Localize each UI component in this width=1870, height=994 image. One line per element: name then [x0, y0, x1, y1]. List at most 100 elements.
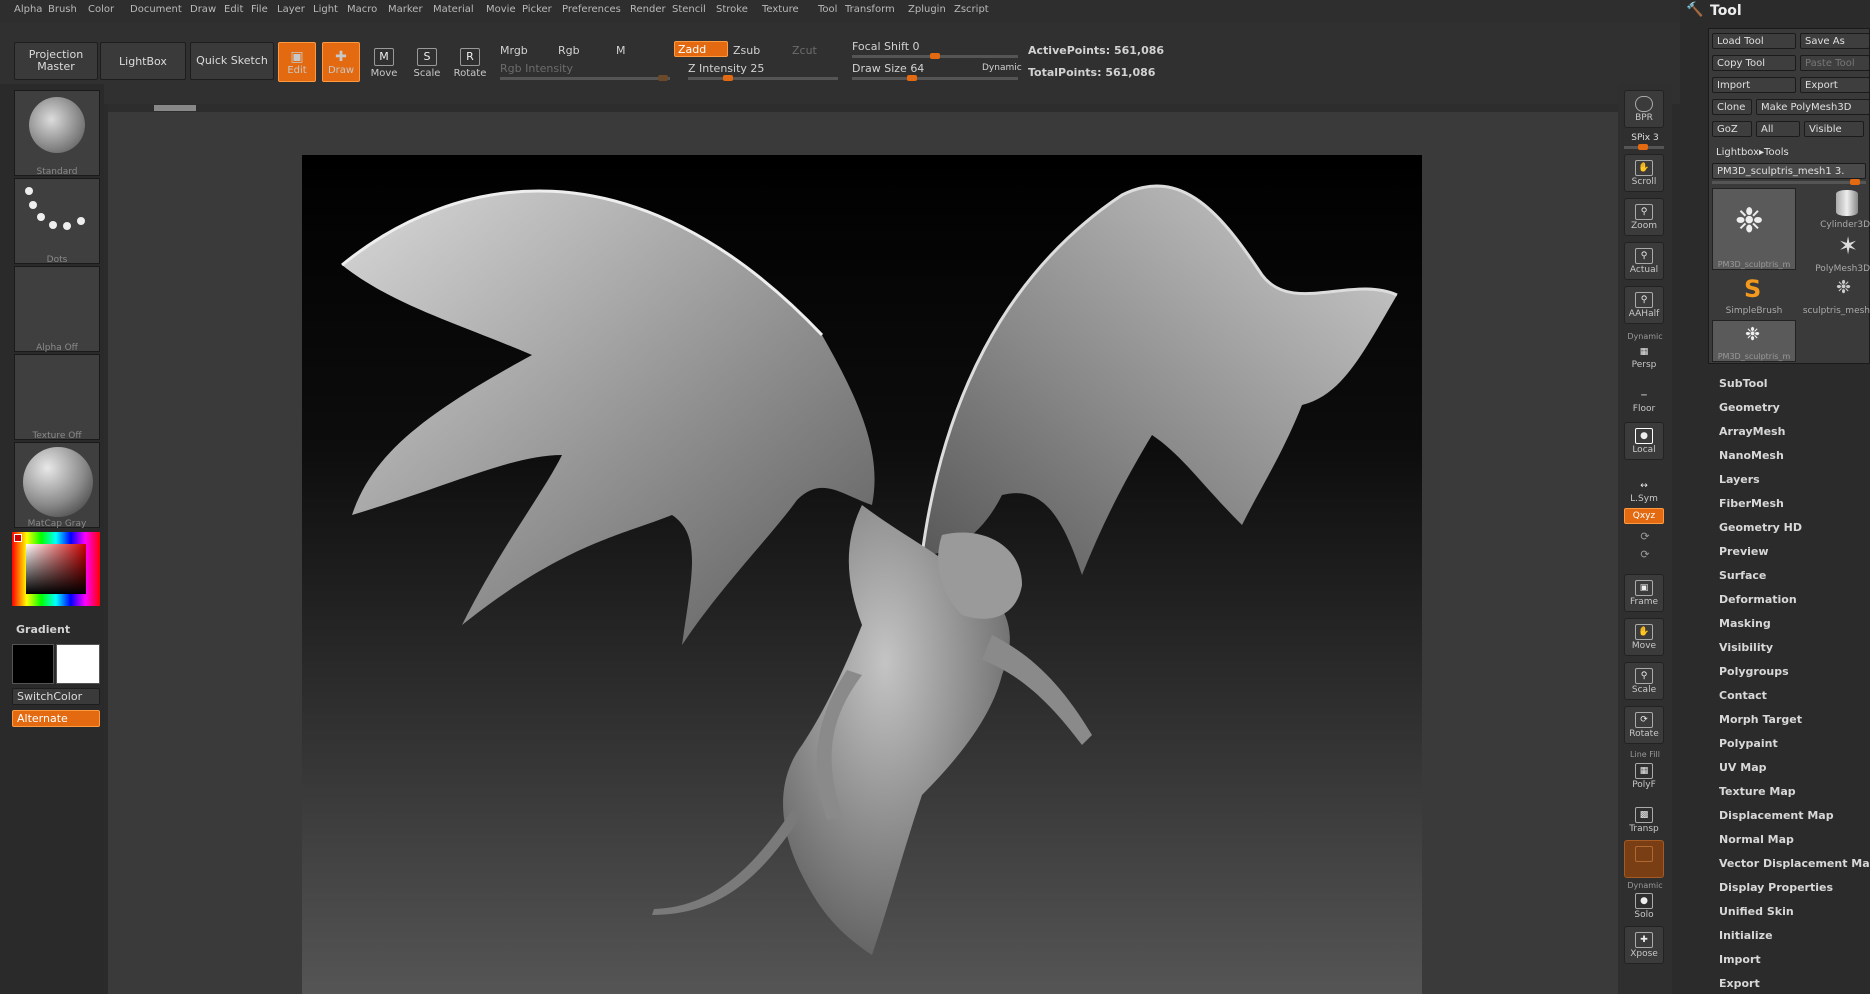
lightbox-button[interactable]: LightBox	[100, 42, 186, 80]
material-selector[interactable]: MatCap Gray	[14, 442, 100, 529]
actual-button[interactable]: ⚲ Actual	[1624, 242, 1664, 280]
scale-view-button[interactable]: ⚲ Scale	[1624, 662, 1664, 700]
section-surface[interactable]: Surface	[1719, 569, 1766, 582]
section-geometry-hd[interactable]: Geometry HD	[1719, 521, 1802, 534]
menu-movie[interactable]: Movie	[486, 4, 516, 15]
menu-color[interactable]: Color	[88, 4, 114, 15]
move-mode-button[interactable]: M Move	[365, 44, 403, 86]
section-polygroups[interactable]: Polygroups	[1719, 665, 1789, 678]
copy-tool-button[interactable]: Copy Tool	[1712, 55, 1796, 71]
dynamic-draw-size-toggle[interactable]: Dynamic	[982, 63, 1022, 73]
tool-palette-title[interactable]: Tool	[1710, 3, 1742, 19]
zoom-button[interactable]: ⚲ Zoom	[1624, 198, 1664, 236]
lightbox-tools-button[interactable]: Lightbox▸Tools	[1712, 144, 1866, 160]
menu-layer[interactable]: Layer	[277, 4, 305, 15]
section-displacement-map[interactable]: Displacement Map	[1719, 809, 1834, 822]
canvas-scrollbar[interactable]	[108, 104, 1618, 112]
tool-thumb-polymesh3d[interactable]: ✶ PolyMesh3D	[1800, 232, 1870, 274]
section-layers[interactable]: Layers	[1719, 473, 1760, 486]
move-view-button[interactable]: ✋ Move	[1624, 618, 1664, 656]
menu-marker[interactable]: Marker	[388, 4, 423, 15]
zadd-button[interactable]: Zadd	[674, 41, 728, 57]
zsub-button[interactable]: Zsub	[733, 44, 760, 57]
rotate-y-icon[interactable]: ⟳	[1618, 530, 1672, 543]
polyf-button[interactable]: ▦ PolyF	[1624, 758, 1664, 796]
switch-color-button[interactable]: SwitchColor	[12, 688, 100, 705]
section-morph-target[interactable]: Morph Target	[1719, 713, 1802, 726]
clone-button[interactable]: Clone	[1712, 99, 1752, 115]
section-contact[interactable]: Contact	[1719, 689, 1767, 702]
color-picker[interactable]	[12, 532, 100, 606]
current-tool-selector[interactable]: PM3D_sculptris_mesh1 3.	[1712, 163, 1866, 179]
goz-all-button[interactable]: All	[1756, 121, 1800, 137]
bpr-button[interactable]: BPR	[1624, 90, 1664, 128]
tool-scroll-knob[interactable]	[1850, 179, 1860, 185]
menu-picker[interactable]: Picker	[522, 4, 552, 15]
spix-slider[interactable]	[1624, 144, 1664, 150]
section-masking[interactable]: Masking	[1719, 617, 1771, 630]
projection-master-button[interactable]: Projection Master	[14, 42, 98, 80]
gradient-toggle[interactable]: Gradient	[16, 623, 70, 636]
rotate-z-icon[interactable]: ⟳	[1618, 548, 1672, 561]
mrgb-button[interactable]: Mrgb	[500, 44, 528, 57]
tool-thumb-cylinder3d[interactable]: Cylinder3D	[1800, 188, 1870, 230]
secondary-color-swatch[interactable]	[56, 644, 100, 684]
tool-thumb-sculptris-mesh[interactable]: ❉ sculptris_mesh	[1800, 274, 1870, 316]
rotate-view-button[interactable]: ⟳ Rotate	[1624, 706, 1664, 744]
xpose-button[interactable]: ✚ Xpose	[1624, 926, 1664, 964]
menu-brush[interactable]: Brush	[48, 4, 77, 15]
section-preview[interactable]: Preview	[1719, 545, 1769, 558]
section-nanomesh[interactable]: NanoMesh	[1719, 449, 1784, 462]
rgb-intensity-slider-label[interactable]: Rgb Intensity	[500, 62, 573, 75]
rotate-mode-button[interactable]: R Rotate	[451, 44, 489, 86]
menu-alpha[interactable]: Alpha	[14, 4, 42, 15]
rgb-button[interactable]: Rgb	[558, 44, 580, 57]
export-tool-button[interactable]: Export	[1800, 77, 1870, 93]
menu-macro[interactable]: Macro	[347, 4, 377, 15]
import-tool-button[interactable]: Import	[1712, 77, 1796, 93]
menu-document[interactable]: Document	[130, 4, 182, 15]
floor-button[interactable]: ─ Floor	[1624, 384, 1664, 422]
z-intensity-slider[interactable]	[688, 75, 838, 81]
ghost-button[interactable]	[1624, 840, 1664, 878]
color-picker-square[interactable]	[26, 544, 86, 594]
section-display-properties[interactable]: Display Properties	[1719, 881, 1833, 894]
menu-zplugin[interactable]: Zplugin	[908, 4, 946, 15]
goz-visible-button[interactable]: Visible	[1804, 121, 1864, 137]
section-export[interactable]: Export	[1719, 977, 1760, 990]
menu-texture[interactable]: Texture	[762, 4, 799, 15]
menu-draw[interactable]: Draw	[190, 4, 216, 15]
section-uv-map[interactable]: UV Map	[1719, 761, 1767, 774]
tool-thumb-simplebrush[interactable]: S SimpleBrush	[1712, 274, 1796, 316]
load-tool-button[interactable]: Load Tool	[1712, 33, 1796, 49]
section-polypaint[interactable]: Polypaint	[1719, 737, 1778, 750]
paste-tool-button[interactable]: Paste Tool	[1800, 55, 1870, 71]
menu-light[interactable]: Light	[313, 4, 338, 15]
menu-stencil[interactable]: Stencil	[672, 4, 706, 15]
frame-button[interactable]: ▣ Frame	[1624, 574, 1664, 612]
section-geometry[interactable]: Geometry	[1719, 401, 1780, 414]
menu-zscript[interactable]: Zscript	[954, 4, 989, 15]
focal-shift-knob[interactable]	[930, 53, 940, 59]
tool-scroll-slider[interactable]	[1712, 179, 1866, 185]
persp-button[interactable]: ▦ Persp	[1624, 340, 1664, 378]
section-texture-map[interactable]: Texture Map	[1719, 785, 1796, 798]
section-vector-displacement-map[interactable]: Vector Displacement Map	[1719, 857, 1870, 870]
rgb-intensity-slider[interactable]	[500, 75, 670, 81]
menu-file[interactable]: File	[251, 4, 268, 15]
section-initialize[interactable]: Initialize	[1719, 929, 1773, 942]
transp-button[interactable]: ▩ Transp	[1624, 802, 1664, 840]
main-color-swatch[interactable]	[12, 644, 54, 684]
aahalf-button[interactable]: ⚲ AAHalf	[1624, 286, 1664, 324]
quick-sketch-button[interactable]: Quick Sketch	[190, 42, 274, 80]
alternate-button[interactable]: Alternate	[12, 710, 100, 727]
document-canvas[interactable]	[302, 155, 1422, 994]
section-import[interactable]: Import	[1719, 953, 1761, 966]
rgb-intensity-knob[interactable]	[658, 75, 668, 81]
section-deformation[interactable]: Deformation	[1719, 593, 1797, 606]
draw-size-knob[interactable]	[907, 75, 917, 81]
menu-transform[interactable]: Transform	[845, 4, 895, 15]
canvas-scrollbar-thumb[interactable]	[154, 105, 196, 111]
tool-thumb-pm3d-sculptris[interactable]: ❉ PM3D_sculptris_m	[1712, 188, 1796, 270]
spix-readout[interactable]: SPix 3	[1618, 133, 1672, 143]
